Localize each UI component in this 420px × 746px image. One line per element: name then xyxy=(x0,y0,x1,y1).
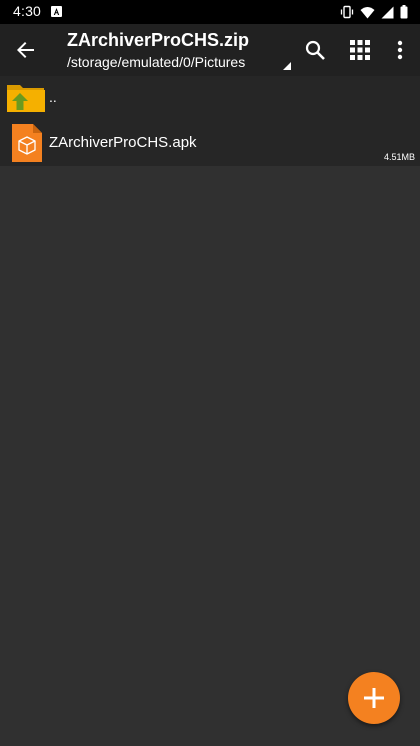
path-dropdown[interactable]: /storage/emulated/0/Pictures xyxy=(67,54,291,72)
dropdown-caret-icon xyxy=(283,62,291,70)
notification-a-icon xyxy=(51,6,62,17)
grid-view-icon xyxy=(350,40,370,60)
list-item-apk[interactable]: ZArchiverProCHS.apk 4.51MB xyxy=(0,120,420,166)
list-item-parent-folder[interactable]: .. xyxy=(0,76,420,120)
apk-file-icon xyxy=(12,124,42,162)
status-icons xyxy=(340,4,408,20)
battery-icon xyxy=(400,5,408,19)
arrow-back-icon xyxy=(17,42,34,58)
zarchiver-screen: 4:30 ZArchiverProCHS.zip /storage/emulat… xyxy=(0,0,420,746)
folder-up-icon xyxy=(7,85,45,112)
search-button[interactable] xyxy=(299,34,331,66)
archive-title: ZArchiverProCHS.zip xyxy=(67,30,250,50)
plus-icon xyxy=(364,688,384,708)
grid-view-button[interactable] xyxy=(344,34,376,66)
parent-folder-label: .. xyxy=(49,89,57,105)
apk-file-name: ZArchiverProCHS.apk xyxy=(49,134,197,151)
vibrate-icon xyxy=(340,5,354,19)
more-vertical-icon xyxy=(397,40,403,60)
app-bar: ZArchiverProCHS.zip /storage/emulated/0/… xyxy=(0,24,420,76)
file-list: .. ZArchiverProCHS.apk 4.51MB xyxy=(0,76,420,166)
more-options-button[interactable] xyxy=(384,34,416,66)
search-icon xyxy=(305,40,325,60)
add-fab-button[interactable] xyxy=(348,672,400,724)
status-time: 4:30 xyxy=(13,3,42,19)
apk-file-size: 4.51MB xyxy=(383,152,415,162)
wifi-icon xyxy=(360,6,375,19)
cellular-signal-icon xyxy=(381,6,394,19)
status-bar: 4:30 xyxy=(0,0,420,24)
path-text: /storage/emulated/0/Pictures xyxy=(67,54,246,70)
back-button[interactable] xyxy=(10,34,42,66)
